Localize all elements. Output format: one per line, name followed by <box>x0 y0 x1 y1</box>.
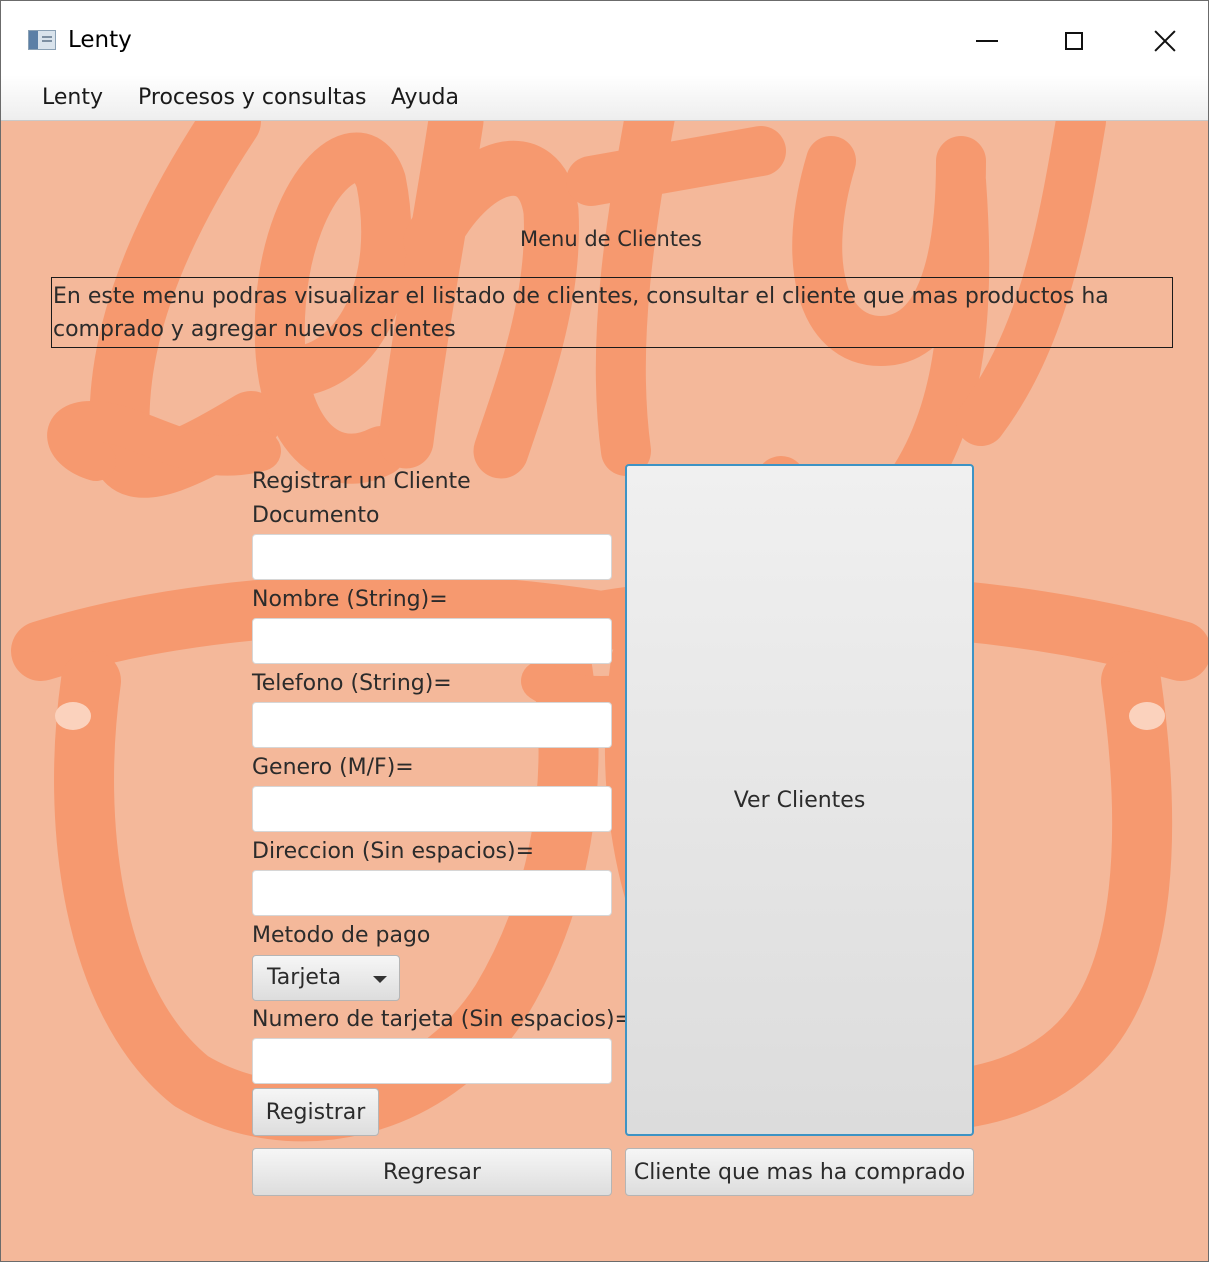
documento-label: Documento <box>252 503 380 528</box>
menu-bar: Lenty Procesos y consultas Ayuda <box>1 75 1208 121</box>
client-menu-panel: Menu de Clientes En este menu podras vis… <box>1 121 1208 1261</box>
close-icon <box>1153 29 1177 53</box>
menu-procesos-y-consultas[interactable]: Procesos y consultas <box>138 85 367 110</box>
maximize-icon <box>1065 32 1083 50</box>
tarjeta-input[interactable] <box>252 1038 612 1084</box>
menu-description: En este menu podras visualizar el listad… <box>51 277 1173 348</box>
regresar-button[interactable]: Regresar <box>252 1148 612 1196</box>
app-window-icon <box>28 30 56 50</box>
window-title: Lenty <box>68 27 132 53</box>
genero-input[interactable] <box>252 786 612 832</box>
documento-input[interactable] <box>252 534 612 580</box>
minimize-button[interactable] <box>957 19 1017 63</box>
telefono-label: Telefono (String)= <box>252 671 452 696</box>
minimize-icon <box>976 40 998 42</box>
chevron-down-icon <box>373 976 387 983</box>
metodo-pago-value: Tarjeta <box>267 965 342 990</box>
registrar-button[interactable]: Registrar <box>252 1088 379 1136</box>
menu-ayuda[interactable]: Ayuda <box>391 85 459 110</box>
nombre-label: Nombre (String)= <box>252 587 448 612</box>
application-window: Lenty Lenty Procesos y consultas Ayuda M… <box>0 0 1209 1262</box>
register-client-title: Registrar un Cliente <box>252 469 471 494</box>
nombre-input[interactable] <box>252 618 612 664</box>
page-title: Menu de Clientes <box>520 227 702 251</box>
close-button[interactable] <box>1135 19 1195 63</box>
ver-clientes-button[interactable]: Ver Clientes <box>625 464 974 1136</box>
metodo-pago-label: Metodo de pago <box>252 923 431 948</box>
direccion-input[interactable] <box>252 870 612 916</box>
genero-label: Genero (M/F)= <box>252 755 414 780</box>
metodo-pago-select[interactable]: Tarjeta <box>252 955 400 1001</box>
telefono-input[interactable] <box>252 702 612 748</box>
top-client-button[interactable]: Cliente que mas ha comprado <box>625 1148 974 1196</box>
menu-lenty[interactable]: Lenty <box>42 85 103 110</box>
direccion-label: Direccion (Sin espacios)= <box>252 839 535 864</box>
title-bar[interactable]: Lenty <box>1 1 1208 75</box>
maximize-button[interactable] <box>1044 19 1104 63</box>
tarjeta-label: Numero de tarjeta (Sin espacios)= <box>252 1007 633 1032</box>
